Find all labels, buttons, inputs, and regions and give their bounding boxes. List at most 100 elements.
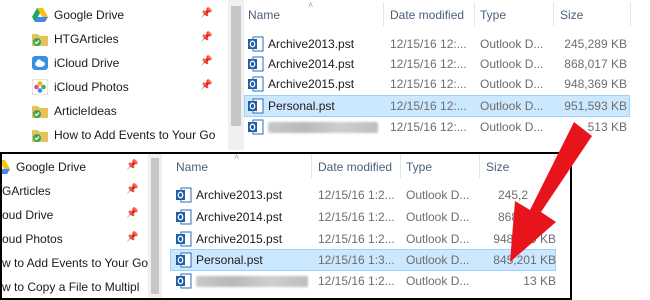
nav-scrollbar[interactable]	[228, 0, 244, 150]
nav-scrollbar[interactable]	[148, 154, 162, 298]
file-size: 951,593 KB	[564, 99, 627, 113]
pin-icon[interactable]: 📌	[200, 56, 212, 68]
pin-icon[interactable]: 📌	[126, 160, 138, 172]
file-size: 868,0	[498, 210, 529, 224]
nav-item-label: iCloud Photos	[54, 80, 129, 94]
file-row-selected[interactable]: Personal.pst 12/15/16 12:... Outlook D..…	[244, 95, 630, 117]
nav-item-articleideas[interactable]: ArticleIdeas	[0, 98, 228, 124]
nav-item-label: GArticles	[2, 184, 51, 198]
file-row[interactable]: 12/15/16 1:2... Outlook D... 13 KB	[172, 270, 556, 292]
file-date-modified: 12/15/16 1:2...	[318, 188, 395, 202]
file-name: Archive2014.pst	[196, 210, 283, 224]
file-date-modified: 12/15/16 12:...	[390, 57, 467, 71]
nav-item-icloud-drive[interactable]: iCloud Drive 📌	[0, 50, 228, 76]
file-type: Outlook D...	[406, 232, 470, 246]
pin-icon[interactable]: 📌	[200, 8, 212, 20]
nav-item-icloud-photos[interactable]: oud Photos 📌	[2, 226, 148, 252]
file-type: Outlook D...	[480, 99, 544, 113]
nav-item-copy-file[interactable]: w to Copy a File to Multipl	[2, 274, 148, 298]
column-header-size[interactable]: Size	[486, 154, 509, 180]
column-header-date[interactable]: Date modified	[318, 154, 392, 180]
file-row[interactable]: Archive2014.pst 12/15/16 1:2... Outlook …	[172, 206, 556, 228]
column-header-name[interactable]: Name	[176, 154, 208, 180]
column-divider[interactable]	[630, 2, 631, 26]
nav-item-label: Google Drive	[54, 8, 125, 22]
outlook-data-file-icon	[248, 76, 264, 92]
nav-item-icloud-drive[interactable]: oud Drive 📌	[2, 202, 148, 228]
outlook-data-file-icon	[248, 36, 264, 52]
icloud-drive-icon	[32, 55, 48, 71]
google-drive-icon	[2, 159, 10, 175]
nav-item-google-drive[interactable]: Google Drive 📌	[2, 154, 148, 180]
scrollbar-thumb[interactable]	[231, 6, 241, 126]
pin-icon[interactable]: 📌	[200, 32, 212, 44]
explorer-window-front: Google Drive 📌 GArticles 📌 oud Drive 📌 o…	[0, 152, 572, 300]
column-header-size[interactable]: Size	[560, 2, 583, 28]
file-date-modified: 12/15/16 1:3...	[318, 253, 395, 267]
file-date-modified: 12/15/16 12:...	[390, 77, 467, 91]
nav-item-add-events[interactable]: w to Add Events to Your Go	[2, 250, 148, 276]
file-date-modified: 12/15/16 1:2...	[318, 232, 395, 246]
pin-icon[interactable]: 📌	[126, 184, 138, 196]
file-size: 13 KB	[523, 274, 556, 288]
column-header-name[interactable]: Name	[248, 2, 280, 28]
nav-item-label: w to Add Events to Your Go	[2, 256, 149, 270]
navigation-pane: Google Drive 📌 HTGArticles 📌 iCloud Driv…	[0, 0, 228, 150]
pin-icon[interactable]: 📌	[126, 208, 138, 220]
nav-item-htgarticles[interactable]: HTGArticles 📌	[0, 26, 228, 52]
file-type: Outlook D...	[406, 188, 470, 202]
column-header-date[interactable]: Date modified	[390, 2, 464, 28]
scrollbar-thumb[interactable]	[151, 158, 159, 294]
file-name: Archive2015.pst	[268, 77, 355, 91]
file-row[interactable]: Archive2015.pst 12/15/16 1:2... Outlook …	[172, 228, 556, 250]
file-type: Outlook D...	[480, 77, 544, 91]
nav-item-label: oud Drive	[2, 208, 54, 222]
column-divider[interactable]	[553, 2, 554, 26]
file-row[interactable]: Archive2013.pst 12/15/16 12:... Outlook …	[244, 33, 630, 55]
pin-icon[interactable]: 📌	[200, 80, 212, 92]
file-row[interactable]: Archive2015.pst 12/15/16 12:... Outlook …	[244, 73, 630, 95]
file-row[interactable]: 12/15/16 12:... Outlook D... 513 KB	[244, 116, 630, 138]
pin-icon[interactable]: 📌	[126, 232, 138, 244]
outlook-data-file-icon	[248, 119, 264, 135]
column-divider[interactable]	[554, 154, 555, 178]
file-row[interactable]: Archive2013.pst 12/15/16 1:2... Outlook …	[172, 184, 556, 206]
column-divider[interactable]	[311, 154, 312, 178]
file-row[interactable]: Archive2014.pst 12/15/16 12:... Outlook …	[244, 53, 630, 75]
nav-item-label: w to Copy a File to Multipl	[2, 280, 140, 294]
file-row-selected[interactable]: Personal.pst 12/15/16 1:3... Outlook D..…	[170, 249, 556, 271]
column-header-type[interactable]: Type	[480, 2, 506, 28]
file-name: Personal.pst	[196, 253, 263, 267]
nav-item-label: ArticleIdeas	[54, 104, 117, 118]
folder-sync-icon	[32, 127, 48, 143]
outlook-data-file-icon	[176, 209, 192, 225]
file-date-modified: 12/15/16 12:...	[390, 120, 467, 134]
navigation-pane: Google Drive 📌 GArticles 📌 oud Drive 📌 o…	[2, 154, 148, 298]
file-size: 513 KB	[587, 120, 627, 134]
column-divider[interactable]	[474, 2, 475, 26]
folder-sync-icon	[32, 103, 48, 119]
file-name: Archive2013.pst	[196, 188, 283, 202]
file-type: Outlook D...	[480, 37, 544, 51]
file-name: Archive2013.pst	[268, 37, 355, 51]
nav-item-google-drive[interactable]: Google Drive 📌	[0, 2, 228, 28]
file-size: 948,369 KB	[493, 232, 556, 246]
redacted-file-name	[196, 276, 308, 287]
file-name: Personal.pst	[268, 99, 335, 113]
nav-item-label: HTGArticles	[54, 32, 119, 46]
nav-item-add-events[interactable]: How to Add Events to Your Go	[0, 122, 228, 148]
file-type: Outlook D...	[406, 210, 470, 224]
file-size: 868,017 KB	[564, 57, 627, 71]
icloud-photos-icon	[32, 79, 48, 95]
nav-item-icloud-photos[interactable]: iCloud Photos 📌	[0, 74, 228, 100]
column-divider[interactable]	[479, 154, 480, 178]
file-date-modified: 12/15/16 1:2...	[318, 210, 395, 224]
column-header-type[interactable]: Type	[406, 154, 432, 180]
column-divider[interactable]	[400, 154, 401, 178]
column-divider[interactable]	[383, 2, 384, 26]
file-size: 845,201 KB	[493, 253, 556, 267]
nav-item-htgarticles[interactable]: GArticles 📌	[2, 178, 148, 204]
file-date-modified: 12/15/16 12:...	[390, 99, 467, 113]
outlook-data-file-icon	[176, 231, 192, 247]
outlook-data-file-icon	[248, 56, 264, 72]
